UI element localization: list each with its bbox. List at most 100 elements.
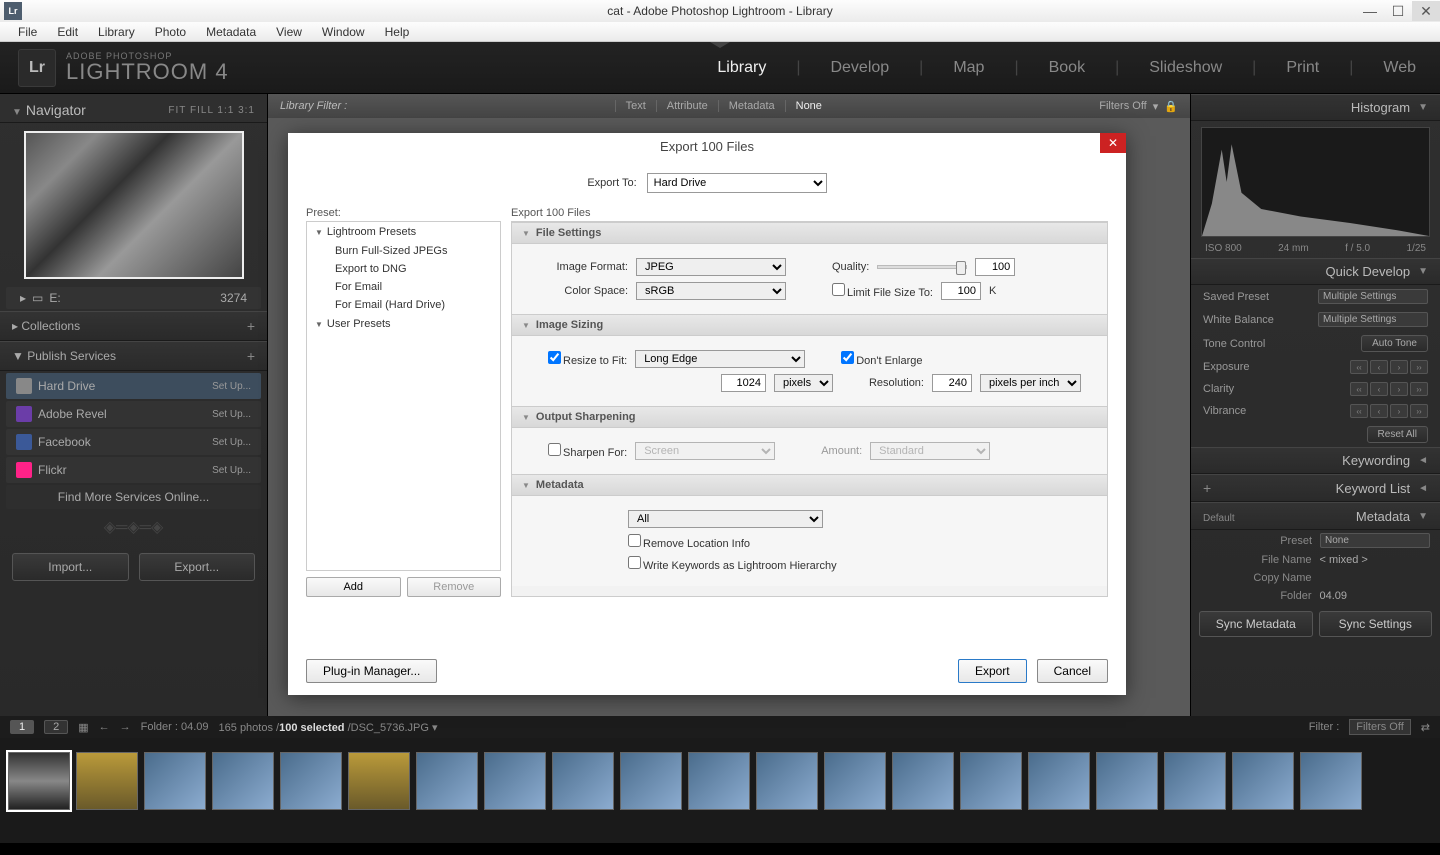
thumbnail[interactable] xyxy=(824,752,886,810)
menu-view[interactable]: View xyxy=(266,23,312,41)
thumbnail[interactable] xyxy=(1028,752,1090,810)
add-keyword-icon[interactable]: + xyxy=(1203,480,1211,496)
dont-enlarge-checkbox[interactable]: Don't Enlarge xyxy=(841,351,922,367)
collections-header[interactable]: ▸ Collections + xyxy=(0,311,267,341)
publish-setup[interactable]: Set Up... xyxy=(212,409,251,420)
module-book[interactable]: Book xyxy=(1043,59,1091,77)
thumbnail[interactable] xyxy=(960,752,1022,810)
thumbnail[interactable] xyxy=(484,752,546,810)
metadata-select[interactable]: All xyxy=(628,510,823,528)
menu-file[interactable]: File xyxy=(8,23,47,41)
thumbnail[interactable] xyxy=(76,752,138,810)
saved-preset-select[interactable]: Multiple Settings xyxy=(1318,289,1428,304)
module-develop[interactable]: Develop xyxy=(824,59,895,77)
publish-header[interactable]: ▼ Publish Services + xyxy=(0,341,267,371)
thumbnail[interactable] xyxy=(1164,752,1226,810)
filmstrip[interactable] xyxy=(0,738,1440,843)
limit-filesize-checkbox[interactable]: Limit File Size To: xyxy=(832,283,933,299)
preset-group-user[interactable]: User Presets xyxy=(307,314,500,334)
dimension-input[interactable] xyxy=(721,374,766,392)
preset-group-lr[interactable]: Lightroom Presets xyxy=(307,222,500,242)
metadata-mode-select[interactable]: Default xyxy=(1203,513,1235,524)
preset-item[interactable]: For Email (Hard Drive) xyxy=(307,296,500,314)
preset-add-button[interactable]: Add xyxy=(306,577,401,597)
sync-metadata-button[interactable]: Sync Metadata xyxy=(1199,611,1313,637)
quality-slider[interactable] xyxy=(877,265,967,269)
filters-off-dropdown[interactable]: Filters Off xyxy=(1099,100,1146,112)
thumbnail[interactable] xyxy=(620,752,682,810)
quality-input[interactable] xyxy=(975,258,1015,276)
thumbnail[interactable] xyxy=(1300,752,1362,810)
module-slideshow[interactable]: Slideshow xyxy=(1143,59,1228,77)
publish-adobe-revel[interactable]: Adobe RevelSet Up... xyxy=(6,401,261,427)
wb-select[interactable]: Multiple Settings xyxy=(1318,312,1428,327)
navigator-zoom-options[interactable]: FIT FILL 1:1 3:1 xyxy=(168,105,255,116)
menu-window[interactable]: Window xyxy=(312,23,375,41)
keywording-header[interactable]: Keywording◄ xyxy=(1191,447,1440,474)
histogram-header[interactable]: Histogram▼ xyxy=(1191,94,1440,121)
back-icon[interactable]: ← xyxy=(99,721,110,733)
remove-location-checkbox[interactable]: Remove Location Info xyxy=(628,534,750,550)
plugin-manager-button[interactable]: Plug-in Manager... xyxy=(306,659,437,683)
export-button[interactable]: Export... xyxy=(139,553,256,581)
thumbnail[interactable] xyxy=(348,752,410,810)
minimize-icon[interactable]: — xyxy=(1356,1,1384,21)
page-2-button[interactable]: 2 xyxy=(44,720,68,734)
thumbnail[interactable] xyxy=(212,752,274,810)
menu-edit[interactable]: Edit xyxy=(47,23,88,41)
thumbnail[interactable] xyxy=(1232,752,1294,810)
section-metadata[interactable]: Metadata xyxy=(512,474,1107,496)
folder-row[interactable]: ▸▭E: 3274 xyxy=(6,287,261,309)
close-icon[interactable]: ✕ xyxy=(1412,1,1440,21)
thumbnail[interactable] xyxy=(416,752,478,810)
navigator-preview[interactable] xyxy=(24,131,244,279)
lock-icon[interactable]: 🔒 xyxy=(1164,100,1178,113)
filter-none[interactable]: None xyxy=(785,100,832,112)
thumbnail[interactable] xyxy=(688,752,750,810)
filter-select[interactable]: Filters Off xyxy=(1349,719,1410,735)
preset-list[interactable]: Lightroom Presets Burn Full-Sized JPEGs … xyxy=(306,221,501,571)
module-web[interactable]: Web xyxy=(1377,59,1422,77)
thumbnail[interactable] xyxy=(756,752,818,810)
publish-hard-drive[interactable]: Hard DriveSet Up... xyxy=(6,373,261,399)
filter-text[interactable]: Text xyxy=(615,100,656,112)
find-services-button[interactable]: Find More Services Online... xyxy=(6,485,261,509)
dimension-unit-select[interactable]: pixels xyxy=(774,374,833,392)
grid-icon[interactable]: ▦ xyxy=(78,721,88,734)
thumbnail[interactable] xyxy=(144,752,206,810)
filter-metadata[interactable]: Metadata xyxy=(718,100,785,112)
collapse-notch-icon[interactable] xyxy=(710,42,730,48)
vibrance-stepper[interactable]: ‹‹‹››› xyxy=(1350,404,1428,418)
navigator-header[interactable]: ▼Navigator FIT FILL 1:1 3:1 xyxy=(0,98,267,123)
write-keywords-checkbox[interactable]: Write Keywords as Lightroom Hierarchy xyxy=(628,556,837,572)
exposure-stepper[interactable]: ‹‹‹››› xyxy=(1350,360,1428,374)
section-image-sizing[interactable]: Image Sizing xyxy=(512,314,1107,336)
module-print[interactable]: Print xyxy=(1280,59,1325,77)
module-map[interactable]: Map xyxy=(947,59,990,77)
image-format-select[interactable]: JPEG xyxy=(636,258,786,276)
publish-setup[interactable]: Set Up... xyxy=(212,381,251,392)
resize-select[interactable]: Long Edge xyxy=(635,350,805,368)
thumbnail[interactable] xyxy=(1096,752,1158,810)
module-library[interactable]: Library xyxy=(711,59,772,77)
sync-settings-button[interactable]: Sync Settings xyxy=(1319,611,1433,637)
publish-flickr[interactable]: FlickrSet Up... xyxy=(6,457,261,483)
dialog-close-button[interactable]: ✕ xyxy=(1100,133,1126,153)
thumbnail[interactable] xyxy=(892,752,954,810)
publish-setup[interactable]: Set Up... xyxy=(212,465,251,476)
thumbnail[interactable] xyxy=(8,752,70,810)
section-file-settings[interactable]: File Settings xyxy=(512,222,1107,244)
metadata-header[interactable]: Default Metadata▼ xyxy=(1191,502,1440,530)
page-1-button[interactable]: 1 xyxy=(10,720,34,734)
import-button[interactable]: Import... xyxy=(12,553,129,581)
forward-icon[interactable]: → xyxy=(120,721,131,733)
sharpen-checkbox[interactable]: Sharpen For: xyxy=(548,443,627,459)
resize-checkbox[interactable]: Resize to Fit: xyxy=(548,351,627,367)
clarity-stepper[interactable]: ‹‹‹››› xyxy=(1350,382,1428,396)
add-collection-icon[interactable]: + xyxy=(247,318,255,334)
menu-library[interactable]: Library xyxy=(88,23,145,41)
menu-photo[interactable]: Photo xyxy=(145,23,196,41)
export-to-select[interactable]: Hard Drive xyxy=(647,173,827,193)
resolution-unit-select[interactable]: pixels per inch xyxy=(980,374,1081,392)
menu-metadata[interactable]: Metadata xyxy=(196,23,266,41)
